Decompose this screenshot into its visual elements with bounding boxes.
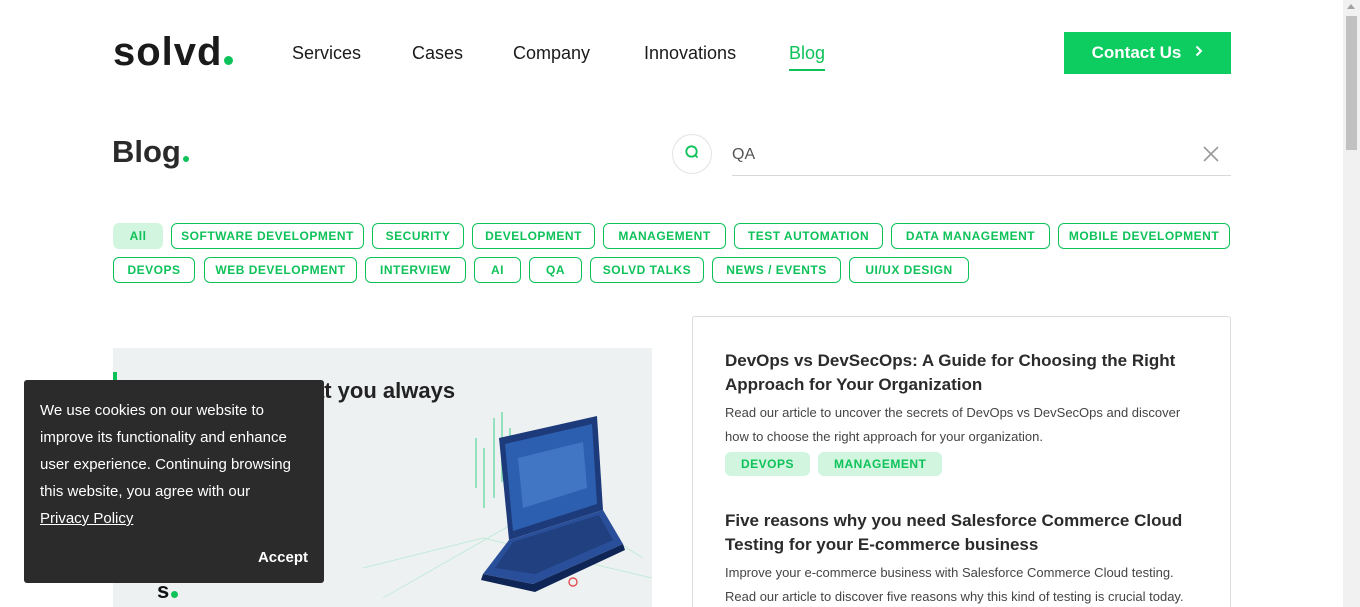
page-scrollbar[interactable] bbox=[1343, 0, 1360, 607]
tag-devops[interactable]: DEVOPS bbox=[113, 257, 195, 283]
clear-search-button[interactable] bbox=[1201, 144, 1221, 164]
close-icon bbox=[1201, 146, 1221, 168]
search-button[interactable] bbox=[672, 134, 712, 174]
post-item[interactable]: Five reasons why you need Salesforce Com… bbox=[725, 509, 1205, 607]
nav-blog[interactable]: Blog bbox=[789, 42, 826, 71]
laptop-illustration bbox=[363, 412, 652, 599]
page-title: Blog bbox=[112, 134, 189, 170]
nav-services[interactable]: Services bbox=[292, 42, 361, 69]
tag-security[interactable]: SECURITY bbox=[372, 223, 464, 249]
scroll-up-arrow-icon[interactable] bbox=[1347, 4, 1355, 9]
post-title[interactable]: Five reasons why you need Salesforce Com… bbox=[725, 509, 1205, 557]
post-list: DevOps vs DevSecOps: A Guide for Choosin… bbox=[692, 316, 1231, 607]
post-item[interactable]: DevOps vs DevSecOps: A Guide for Choosin… bbox=[725, 349, 1205, 476]
tag-web-development[interactable]: WEB DEVELOPMENT bbox=[204, 257, 357, 283]
tag-ai[interactable]: AI bbox=[474, 257, 521, 283]
contact-us-label: Contact Us bbox=[1091, 43, 1182, 62]
tag-management[interactable]: MANAGEMENT bbox=[603, 223, 726, 249]
tag-all[interactable]: All bbox=[113, 223, 163, 249]
tag-data-management[interactable]: DATA MANAGEMENT bbox=[891, 223, 1050, 249]
nav-company[interactable]: Company bbox=[513, 42, 590, 69]
nav-cases[interactable]: Cases bbox=[412, 42, 463, 69]
cookie-text: We use cookies on our website to improve… bbox=[40, 402, 291, 500]
search-icon bbox=[684, 144, 700, 165]
nav-innovations[interactable]: Innovations bbox=[644, 42, 736, 69]
tag-mobile-development[interactable]: MOBILE DEVELOPMENT bbox=[1058, 223, 1230, 249]
post-tags: DEVOPS MANAGEMENT bbox=[725, 452, 1205, 476]
scroll-thumb[interactable] bbox=[1346, 16, 1357, 150]
search-input[interactable] bbox=[732, 134, 1231, 176]
logo-text: solvd bbox=[113, 30, 223, 74]
contact-us-button[interactable]: Contact Us bbox=[1064, 32, 1231, 74]
tag-ui-ux-design[interactable]: UI/UX DESIGN bbox=[849, 257, 969, 283]
page-title-text: Blog bbox=[112, 134, 181, 169]
post-tag-devops[interactable]: DEVOPS bbox=[725, 452, 811, 476]
post-title[interactable]: DevOps vs DevSecOps: A Guide for Choosin… bbox=[725, 349, 1205, 397]
title-dot bbox=[182, 156, 189, 162]
tag-solvd-talks[interactable]: SOLVD TALKS bbox=[590, 257, 704, 283]
tag-test-automation[interactable]: TEST AUTOMATION bbox=[734, 223, 883, 249]
post-description: Read our article to uncover the secrets … bbox=[725, 405, 1181, 444]
tag-interview[interactable]: INTERVIEW bbox=[365, 257, 466, 283]
tag-development[interactable]: DEVELOPMENT bbox=[472, 223, 595, 249]
chevron-right-icon bbox=[1195, 44, 1203, 62]
cookie-banner: We use cookies on our website to improve… bbox=[24, 380, 324, 583]
tag-news-events[interactable]: NEWS / EVENTS bbox=[712, 257, 841, 283]
post-description: Improve your e-commerce business with Sa… bbox=[725, 565, 1184, 604]
tag-qa[interactable]: QA bbox=[529, 257, 582, 283]
tag-software-development[interactable]: SOFTWARE DEVELOPMENT bbox=[171, 223, 364, 249]
post-tag-management[interactable]: MANAGEMENT bbox=[818, 452, 943, 476]
privacy-policy-link[interactable]: Privacy Policy bbox=[40, 505, 308, 532]
accept-cookies-button[interactable]: Accept bbox=[258, 549, 308, 566]
logo-dot bbox=[224, 56, 234, 65]
logo[interactable]: solvd bbox=[113, 30, 234, 74]
